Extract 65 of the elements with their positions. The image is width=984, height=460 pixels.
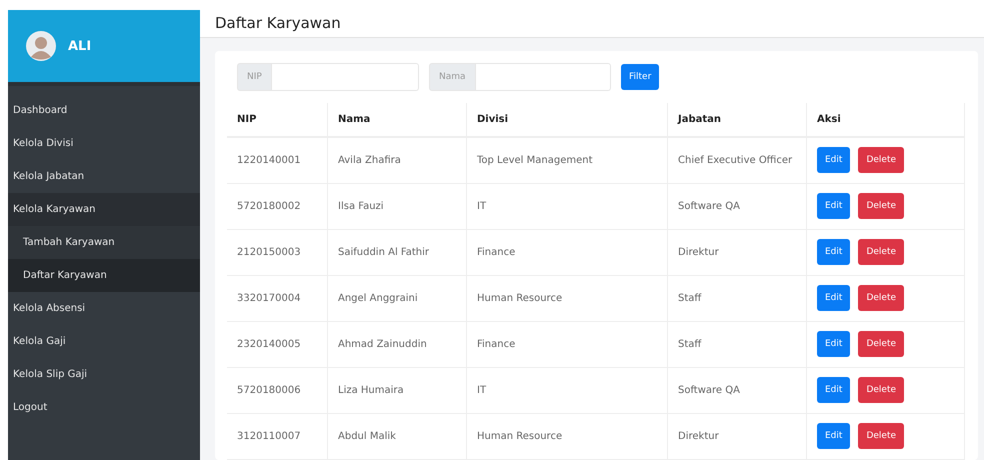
table-cell: Finance	[466, 322, 668, 368]
table-cell: 5720180006	[227, 368, 328, 414]
menu-item[interactable]: Kelola Slip Gaji	[8, 358, 200, 391]
delete-button[interactable]: Delete	[858, 377, 904, 403]
edit-button[interactable]: Edit	[817, 285, 850, 311]
table-cell: 1220140001	[227, 136, 328, 184]
table-cell: Chief Executive Officer	[668, 136, 806, 184]
table-cell: Direktur	[668, 414, 806, 460]
table-cell: Angel Anggraini	[328, 276, 466, 322]
edit-button[interactable]: Edit	[817, 423, 850, 449]
edit-button[interactable]: Edit	[817, 147, 850, 173]
column-header: NIP	[227, 102, 328, 136]
table-cell: 3120110007	[227, 414, 328, 460]
edit-button[interactable]: Edit	[817, 331, 850, 357]
filter-button[interactable]: Filter	[621, 64, 660, 90]
delete-button[interactable]: Delete	[858, 331, 904, 357]
input-field[interactable]	[272, 62, 419, 90]
table-cell: 2120150003	[227, 230, 328, 276]
table-cell: 5720180002	[227, 184, 328, 230]
table-cell: 2320140005	[227, 322, 328, 368]
field-label: Nama	[429, 62, 476, 90]
table-cell: 3320170004	[227, 276, 328, 322]
menu-item[interactable]: Dashboard	[8, 94, 200, 127]
table-cell: Saifuddin Al Fathir	[328, 230, 466, 276]
menu-item[interactable]: Kelola Absensi	[8, 292, 200, 325]
column-header: Nama	[328, 102, 466, 136]
column-header: Aksi	[806, 102, 964, 136]
input-field[interactable]	[476, 62, 611, 90]
submenu-item[interactable]: Daftar Karyawan	[8, 259, 200, 292]
menu-item[interactable]: Kelola Divisi	[8, 127, 200, 160]
edit-button[interactable]: Edit	[817, 377, 850, 403]
delete-button[interactable]: Delete	[858, 239, 904, 265]
table-cell: Avila Zhafira	[328, 136, 466, 184]
menu-item[interactable]: Kelola Gaji	[8, 325, 200, 358]
table-cell: Direktur	[668, 230, 806, 276]
table-cell: Top Level Management	[466, 136, 668, 184]
edit-button[interactable]: Edit	[817, 193, 850, 219]
table-cell: Ilsa Fauzi	[328, 184, 466, 230]
table-cell: IT	[466, 184, 668, 230]
table-cell: Abdul Malik	[328, 414, 466, 460]
delete-button[interactable]: Delete	[858, 193, 904, 219]
table-cell: Finance	[466, 230, 668, 276]
avatar-icon	[26, 31, 56, 61]
delete-button[interactable]: Delete	[858, 423, 904, 449]
submenu-item[interactable]: Tambah Karyawan	[8, 226, 200, 259]
delete-button[interactable]: Delete	[858, 147, 904, 173]
table-cell: Human Resource	[466, 414, 668, 460]
field-label: NIP	[237, 62, 272, 90]
table-cell: Ahmad Zainuddin	[328, 322, 466, 368]
table-cell: Human Resource	[466, 276, 668, 322]
menu-item[interactable]: Kelola Karyawan	[8, 193, 200, 226]
table-cell: Software QA	[668, 368, 806, 414]
column-header: Jabatan	[668, 102, 806, 136]
menu-item[interactable]: Logout	[8, 391, 200, 424]
edit-button[interactable]: Edit	[817, 239, 850, 265]
table-cell: Staff	[668, 322, 806, 368]
table-cell: Liza Humaira	[328, 368, 466, 414]
delete-button[interactable]: Delete	[858, 285, 904, 311]
menu-item[interactable]: Kelola Jabatan	[8, 160, 200, 193]
user-name: ALI	[68, 38, 92, 54]
table-cell: IT	[466, 368, 668, 414]
column-header: Divisi	[466, 102, 668, 136]
page-title: Daftar Karyawan	[215, 14, 341, 32]
table-cell: Software QA	[668, 184, 806, 230]
table-cell: Staff	[668, 276, 806, 322]
